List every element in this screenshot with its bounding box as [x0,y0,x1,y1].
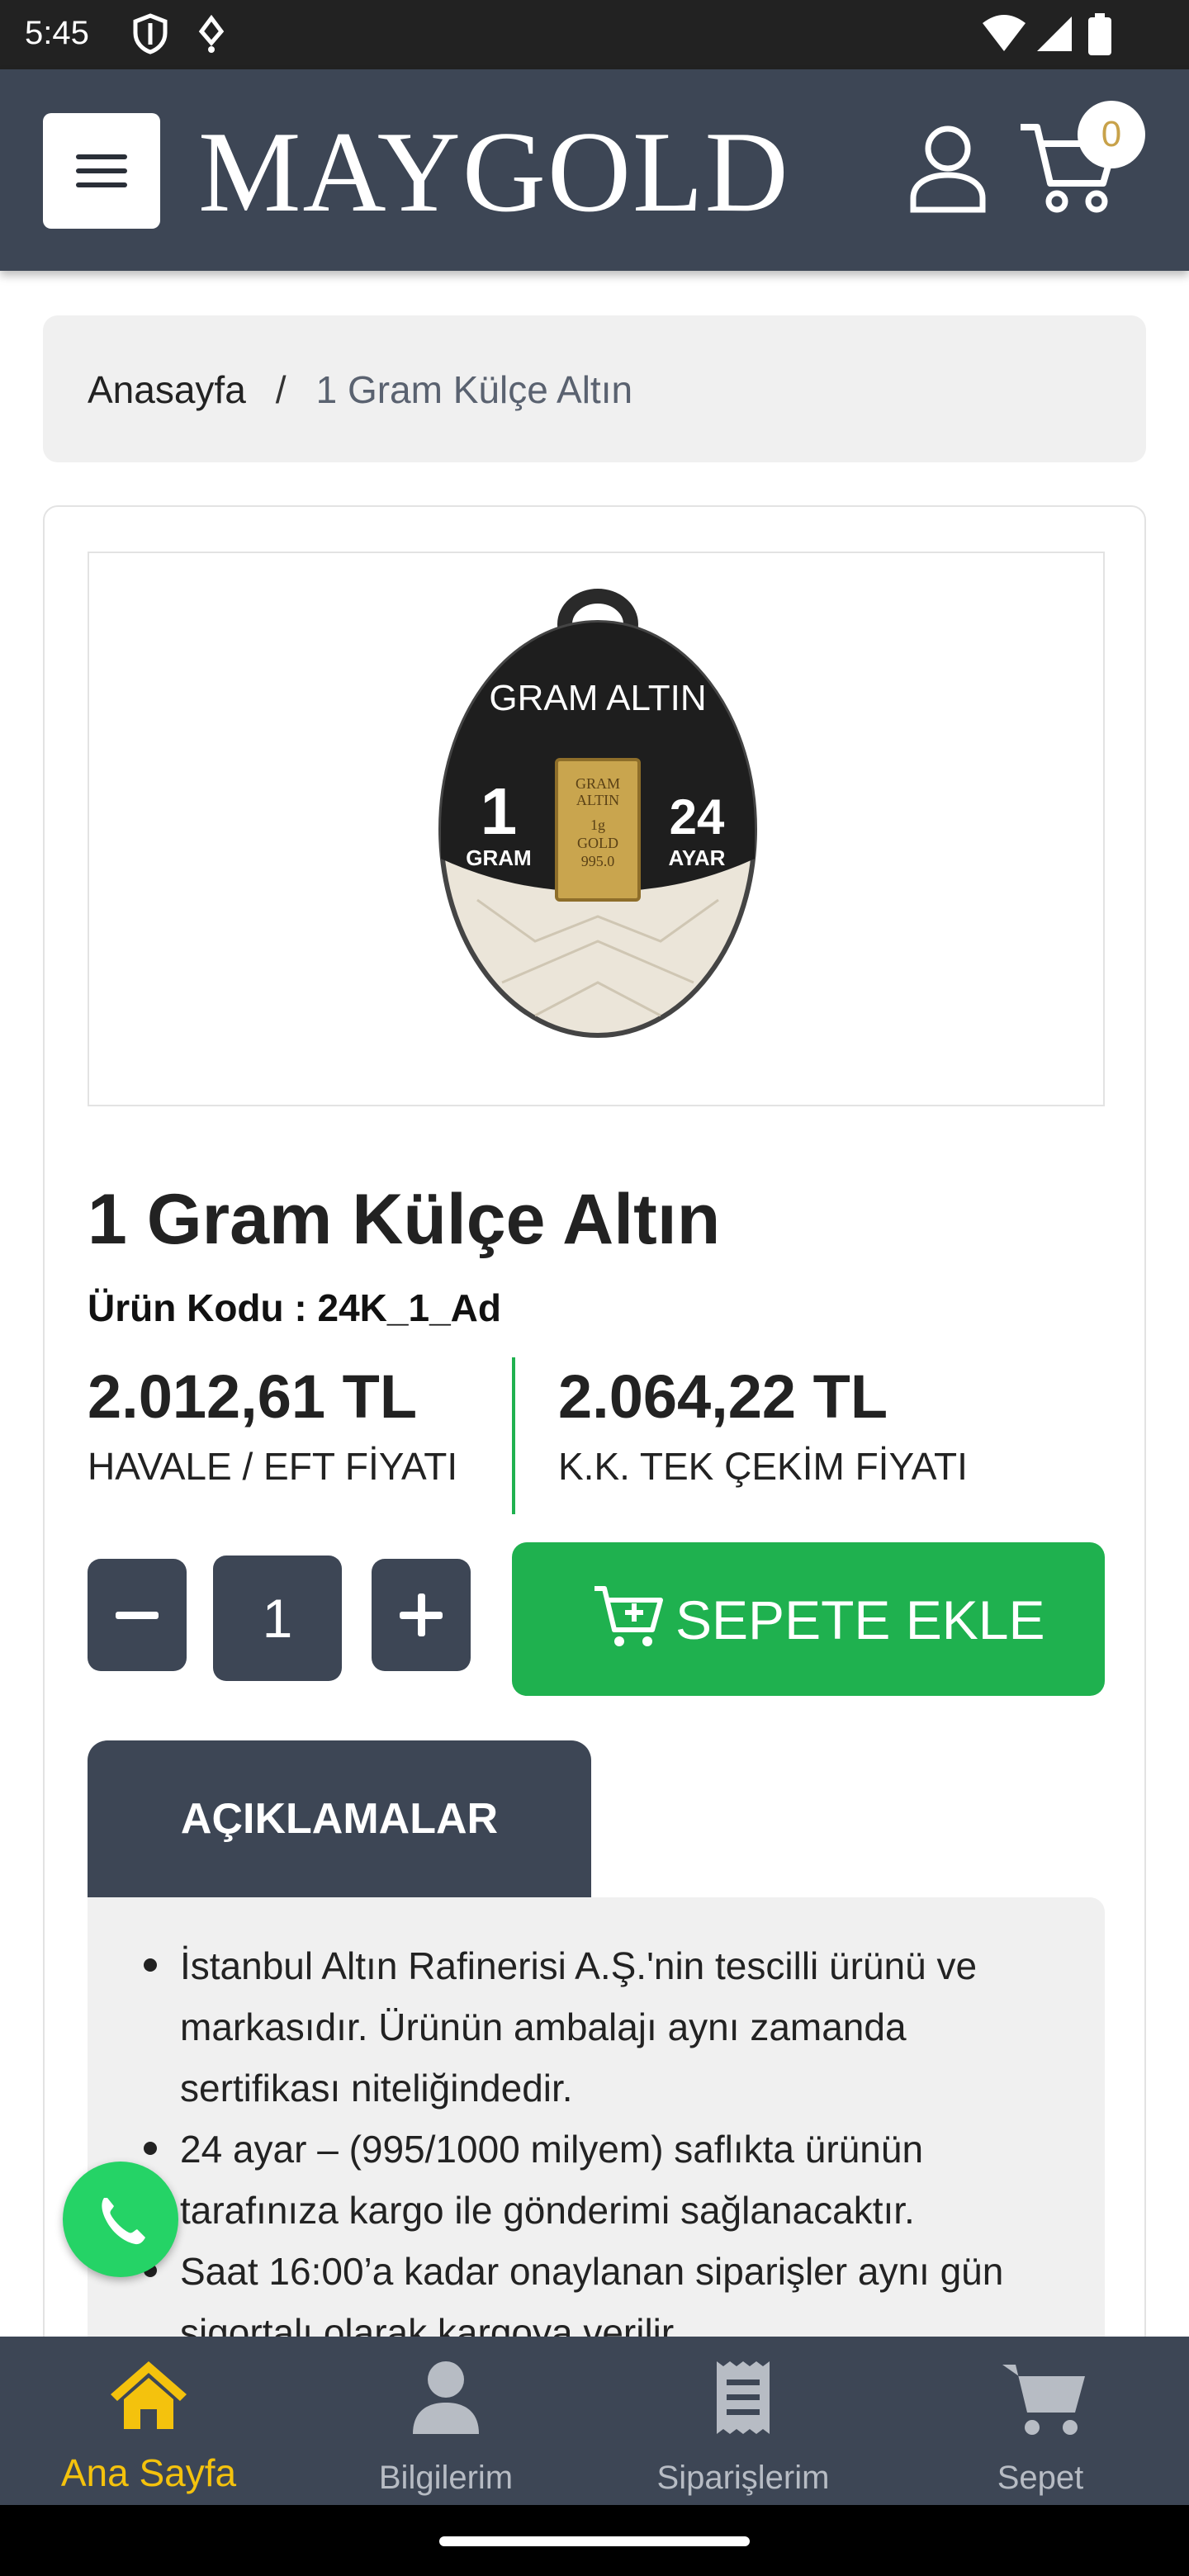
transfer-price: 2.012,61 TL [88,1362,418,1431]
nav-label-cart: Sepet [997,2460,1084,2496]
signal-icon [1034,13,1073,59]
receipt-icon [702,2358,784,2441]
transfer-price-block: 2.012,61 TL HAVALE / EFT FİYATI [88,1357,457,1491]
card-price-label: K.K. TEK ÇEKİM FİYATI [558,1445,968,1488]
system-gesture-area [0,2505,1189,2576]
nav-label-account: Bilgilerim [378,2460,514,2496]
home-gesture-bar[interactable] [439,2536,750,2546]
quantity-input[interactable]: 1 [213,1556,342,1681]
battery-icon [1088,13,1111,60]
tab-descriptions-label: AÇIKLAMALAR [180,1795,499,1843]
nav-item-home[interactable]: Ana Sayfa [0,2337,297,2505]
bar-text-5: 995.0 [581,853,615,869]
quantity-increase-button[interactable] [372,1559,471,1671]
user-icon[interactable] [907,124,989,219]
description-item: 24 ayar – (995/1000 milyem) saflıkta ürü… [142,2119,1059,2241]
product-code-separator: : [294,1286,307,1329]
add-to-cart-button[interactable]: SEPETE EKLE [512,1542,1105,1696]
cart-add-icon [593,1584,664,1654]
wifi-icon [981,13,1027,59]
bar-text-4: GOLD [577,835,618,851]
home-icon [107,2358,190,2436]
product-image[interactable]: GRAM ALTIN GRAM ALTIN 1g GOLD 995.0 1 GR… [88,552,1105,1106]
site-header: MAYGOLD 0 [0,69,1189,271]
whatsapp-icon [102,2198,145,2245]
whatsapp-button[interactable] [63,2162,178,2277]
product-code-value: 24K_1_Ad [317,1286,501,1329]
cart-count-badge: 0 [1078,101,1145,168]
product-code-label: Ürün Kodu [88,1286,284,1329]
gold-bar-pendant-image: GRAM ALTIN GRAM ALTIN 1g GOLD 995.0 1 GR… [438,589,757,1038]
menu-button[interactable] [43,113,160,229]
product-code: Ürün Kodu : 24K_1_Ad [88,1283,501,1333]
site-logo[interactable]: MAYGOLD [198,111,790,234]
plus-icon [400,1593,443,1636]
data-saver-icon [197,13,226,59]
card-price-block: 2.064,22 TL K.K. TEK ÇEKİM FİYATI [558,1357,968,1491]
nav-label-orders: Siparişlerim [656,2460,830,2496]
bottom-navigation: Ana Sayfa Bilgilerim Siparişlerim Sepet [0,2337,1189,2505]
image-right-number: 24 [670,789,725,845]
add-to-cart-label: SEPETE EKLE [675,1589,1045,1650]
shield-icon [132,13,168,59]
card-price: 2.064,22 TL [558,1362,888,1431]
image-right-unit: AYAR [669,845,726,870]
quantity-decrease-button[interactable] [88,1559,187,1671]
nav-item-orders[interactable]: Siparişlerim [594,2337,892,2505]
breadcrumb: Anasayfa / 1 Gram Külçe Altın [43,315,1146,462]
description-list: İstanbul Altın Rafinerisi A.Ş.'nin tesci… [142,1935,1059,2363]
transfer-price-label: HAVALE / EFT FİYATI [88,1445,458,1488]
nav-item-account[interactable]: Bilgilerim [297,2337,594,2505]
breadcrumb-separator: / [275,368,287,411]
description-item: İstanbul Altın Rafinerisi A.Ş.'nin tesci… [142,1935,1059,2119]
price-divider [512,1357,515,1514]
status-time: 5:45 [25,15,89,51]
nav-label-home: Ana Sayfa [60,2451,237,2494]
minus-icon [116,1612,159,1619]
product-card: GRAM ALTIN GRAM ALTIN 1g GOLD 995.0 1 GR… [43,505,1146,2576]
breadcrumb-home-link[interactable]: Anasayfa [88,368,246,411]
tab-descriptions[interactable]: AÇIKLAMALAR [88,1740,591,1897]
nav-item-cart[interactable]: Sepet [892,2337,1189,2505]
status-bar: 5:45 [0,0,1189,69]
bar-text-1: GRAM [576,775,620,792]
product-title: 1 Gram Külçe Altın [88,1180,721,1259]
cart-icon [999,2358,1090,2441]
image-left-unit: GRAM [466,845,531,870]
image-arc-text: GRAM ALTIN [489,678,706,718]
bar-text-3: 1g [590,817,605,833]
image-left-number: 1 [481,774,518,848]
breadcrumb-current: 1 Gram Külçe Altın [315,368,633,411]
user-icon [405,2358,487,2441]
bar-text-2: ALTIN [576,792,619,808]
